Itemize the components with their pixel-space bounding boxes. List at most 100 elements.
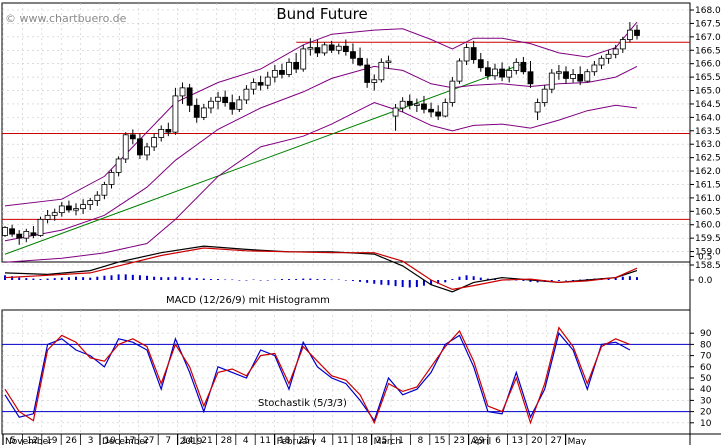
- price-y-tick-label: 165.0: [695, 87, 721, 97]
- x-axis-month-label: November: [5, 437, 52, 445]
- candle-body: [378, 61, 385, 81]
- macd-y-tick-label: 0.5: [698, 252, 712, 262]
- candle-body: [87, 200, 94, 206]
- candle-body: [577, 74, 584, 82]
- x-axis-day-label: 15: [434, 436, 445, 445]
- candle-body: [307, 47, 314, 50]
- macd-histogram-bar: [266, 280, 269, 281]
- candle-body: [279, 69, 285, 75]
- stochastic-y-tick-label: 20: [700, 408, 712, 418]
- macd-histogram-bar: [82, 277, 85, 280]
- x-axis-day-label: 3: [88, 436, 94, 445]
- macd-histogram-bar: [557, 280, 560, 281]
- candle-body: [605, 53, 612, 59]
- candle-body: [520, 61, 527, 73]
- macd-histogram-bar: [103, 275, 106, 280]
- candle-body: [364, 64, 371, 83]
- x-axis-day-label: 20: [531, 436, 543, 445]
- candle-body: [137, 138, 143, 156]
- x-axis-day-label: 8: [418, 436, 424, 445]
- macd-histogram-bar: [366, 280, 369, 283]
- macd-histogram-bar: [444, 280, 447, 283]
- x-axis-day-label: 6: [495, 436, 501, 445]
- candle-body: [229, 102, 236, 110]
- stochastic-label: Stochastik (5/3/3): [258, 398, 347, 409]
- macd-histogram-bar: [323, 279, 326, 280]
- macd-histogram-bar: [96, 276, 99, 280]
- candle-body: [335, 45, 342, 51]
- stochastic-y-tick-label: 60: [700, 363, 712, 373]
- macd-histogram-bar: [224, 279, 227, 281]
- macd-histogram-bar: [316, 279, 319, 280]
- axis-layer: 168.0 167.5 167.0 166.5 166.0 165.5 165.0 164.5…: [5, 6, 721, 445]
- candle-body: [591, 64, 598, 73]
- macd-histogram-bar: [188, 277, 191, 280]
- price-y-tick-label: 166.0: [695, 60, 721, 70]
- price-y-tick-label: 167.0: [695, 33, 721, 43]
- chart-title: Bund Future: [276, 5, 367, 23]
- macd-histogram-bar: [67, 277, 70, 280]
- candle-body: [165, 129, 172, 133]
- candle-body: [406, 100, 413, 106]
- macd-histogram-bar: [167, 277, 170, 280]
- macd-histogram-bar: [195, 278, 198, 280]
- macd-histogram-bar: [458, 276, 461, 280]
- price-y-tick-label: 165.5: [695, 73, 721, 83]
- stochastic-y-tick-label: 90: [700, 329, 712, 339]
- x-axis-day-label: 23: [453, 436, 464, 445]
- candle-body: [484, 67, 491, 77]
- macd-histogram-bar: [238, 280, 241, 281]
- candle-body: [193, 104, 200, 118]
- macd-histogram-bar: [344, 280, 347, 281]
- candle-body: [37, 218, 44, 236]
- price-y-tick-label: 159.5: [695, 234, 721, 244]
- candle-body: [257, 82, 264, 86]
- candle-body: [350, 51, 356, 59]
- candle-body: [442, 102, 449, 117]
- price-y-tick-label: 168.0: [695, 6, 721, 16]
- macd-histogram-bar: [217, 279, 220, 280]
- macd-histogram-bar: [53, 278, 56, 280]
- candle-body: [66, 205, 72, 211]
- candle-body: [172, 95, 179, 133]
- x-axis-day-label: 27: [550, 436, 561, 445]
- candle-body: [428, 108, 434, 113]
- macd-histogram-bar: [359, 280, 362, 282]
- candle-body: [122, 134, 129, 160]
- candle-body: [215, 96, 221, 102]
- candle-body: [463, 47, 470, 62]
- macd-histogram-bar: [479, 277, 482, 280]
- price-y-tick-label: 167.5: [695, 19, 721, 29]
- macd-histogram-bar: [472, 276, 475, 280]
- x-axis-month-label: March: [374, 437, 401, 445]
- macd-histogram-bar: [60, 277, 63, 280]
- macd-histogram-bar: [337, 279, 340, 281]
- macd-histogram-bar: [252, 279, 255, 281]
- macd-histogram-bar: [309, 278, 312, 280]
- trend-line: [4, 63, 524, 255]
- macd-histogram-bar: [124, 274, 127, 280]
- macd-histogram-bar: [387, 280, 390, 286]
- macd-y-tick-label: 0.0: [698, 276, 713, 286]
- macd-histogram-bar: [18, 277, 21, 280]
- x-axis-month-label: April: [471, 437, 492, 445]
- candle-body: [30, 232, 37, 236]
- macd-histogram-bar: [394, 280, 397, 287]
- macd-histogram-bar: [117, 274, 120, 280]
- macd-histogram-bar: [138, 275, 141, 280]
- candle-body: [492, 68, 498, 77]
- stochastic-panel-frame: [1, 309, 691, 435]
- chart-root: 168.0 167.5 167.0 166.5 166.0 165.5 165.0 164.5…: [0, 0, 723, 445]
- candle-body: [151, 137, 158, 148]
- price-y-tick-label: 163.5: [695, 127, 721, 137]
- price-y-tick-label: 166.5: [695, 46, 721, 56]
- price-y-tick-label: 162.0: [695, 167, 721, 177]
- price-y-tick-label: 158.5: [695, 261, 721, 271]
- macd-histogram-bar: [564, 280, 567, 281]
- x-axis-day-label: 13: [512, 436, 523, 445]
- candle-body: [236, 99, 243, 110]
- macd-histogram-bar: [75, 276, 78, 280]
- macd-panel: [4, 245, 638, 293]
- macd-histogram-bar: [146, 275, 149, 280]
- candle-body: [186, 87, 193, 106]
